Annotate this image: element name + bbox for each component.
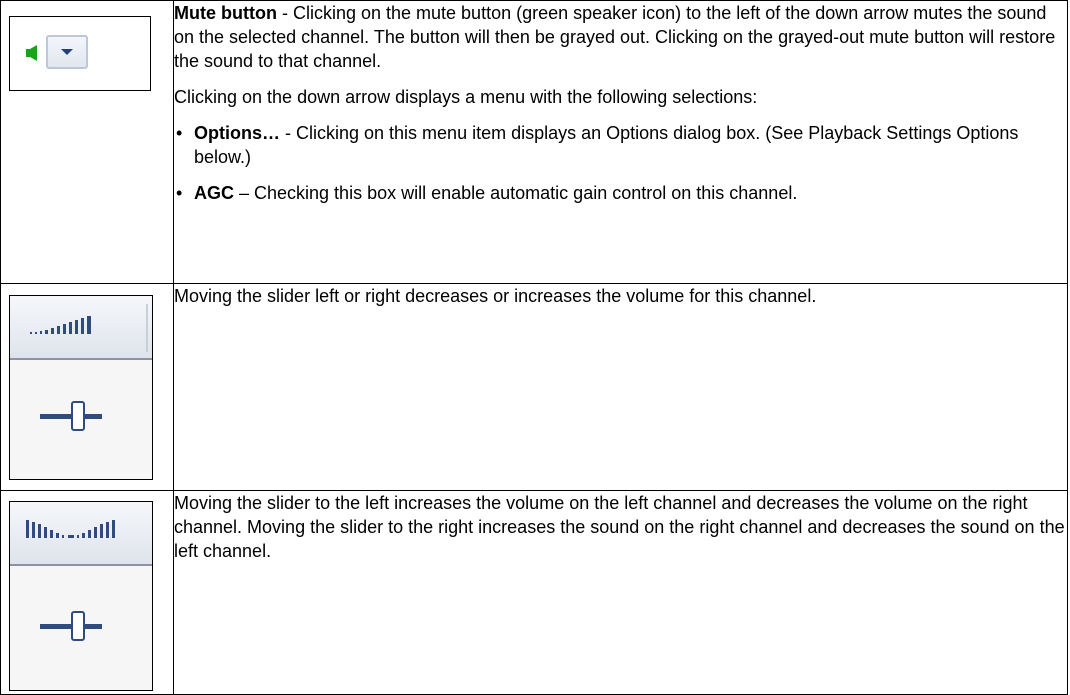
volume-bars-icon bbox=[30, 316, 91, 334]
dropdown-button bbox=[46, 35, 88, 69]
menu-intro: Clicking on the down arrow displays a me… bbox=[174, 87, 758, 107]
list-item: • Options… - Clicking on this menu item d… bbox=[174, 121, 1067, 169]
bullet: • bbox=[176, 123, 183, 143]
slider-thumb-icon bbox=[40, 401, 102, 431]
balance-bars-icon bbox=[26, 520, 115, 538]
balance-slider-icon bbox=[9, 501, 153, 691]
mute-description: Mute button - Clicking on the mute butto… bbox=[174, 1, 1067, 73]
balance-header bbox=[10, 502, 152, 566]
table-row: Moving the slider to the left increases … bbox=[0, 490, 1068, 695]
agc-text: – Checking this box will enable automati… bbox=[234, 183, 798, 203]
mute-dropdown-icon bbox=[9, 16, 151, 91]
table-row: Mute button - Clicking on the mute butto… bbox=[0, 0, 1068, 284]
bullet: • bbox=[176, 183, 183, 203]
menu-list: • Options… - Clicking on this menu item d… bbox=[174, 121, 1067, 205]
list-item: • AGC – Checking this box will enable aut… bbox=[174, 181, 1067, 205]
text-cell: Mute button - Clicking on the mute butto… bbox=[173, 0, 1068, 284]
volume-description: Moving the slider left or right decrease… bbox=[174, 286, 817, 306]
slider-thumb-icon bbox=[40, 611, 102, 641]
volume-header bbox=[10, 296, 152, 360]
text-cell: Moving the slider left or right decrease… bbox=[173, 283, 1068, 491]
table-row: Moving the slider left or right decrease… bbox=[0, 283, 1068, 491]
header-divider bbox=[146, 304, 148, 352]
volume-slider-icon bbox=[9, 295, 153, 480]
text-cell: Moving the slider to the left increases … bbox=[173, 490, 1068, 695]
speaker-icon bbox=[26, 45, 37, 61]
options-text: - Clicking on this menu item displays an… bbox=[194, 123, 1019, 167]
balance-description: Moving the slider to the left increases … bbox=[174, 493, 1065, 561]
agc-label: AGC bbox=[194, 183, 234, 203]
settings-table: Mute button - Clicking on the mute butto… bbox=[0, 0, 1068, 695]
mute-intro: - Clicking on the mute button (green spe… bbox=[174, 3, 1056, 71]
chevron-down-icon bbox=[61, 49, 73, 55]
options-label: Options… bbox=[194, 123, 280, 143]
mute-title: Mute button bbox=[174, 3, 277, 23]
